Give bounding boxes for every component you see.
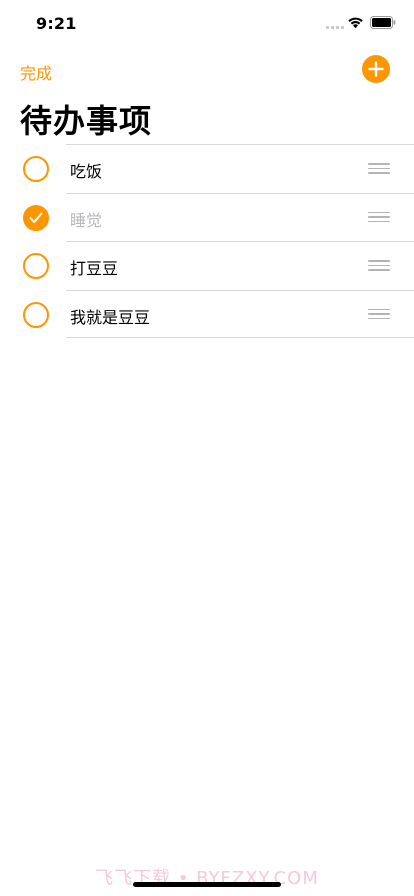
todo-label: 我就是豆豆	[70, 307, 151, 327]
drag-handle-icon[interactable]	[368, 163, 390, 175]
plus-icon	[368, 61, 384, 77]
row-divider	[66, 241, 414, 242]
drag-handle-icon[interactable]	[368, 260, 390, 272]
row-divider	[66, 337, 414, 338]
todo-label: 睡觉	[70, 210, 103, 230]
home-indicator	[133, 882, 281, 887]
page-title: 待办事项	[20, 102, 153, 140]
add-button[interactable]	[362, 55, 390, 83]
battery-icon	[370, 16, 396, 29]
todo-list: 吃饭 睡觉 打豆豆 我就是豆豆	[0, 144, 414, 338]
checkbox-unchecked[interactable]	[23, 156, 49, 182]
todo-row-1[interactable]: 吃饭	[0, 144, 414, 193]
todo-label: 吃饭	[70, 162, 103, 181]
checkmark-icon	[29, 212, 43, 223]
checkbox-checked[interactable]	[23, 204, 49, 231]
row-divider	[66, 289, 414, 291]
wifi-icon	[348, 17, 363, 29]
status-time: 9:21	[36, 14, 77, 33]
row-divider	[66, 192, 414, 194]
drag-handle-icon[interactable]	[368, 211, 390, 224]
todo-row-4[interactable]: 我就是豆豆	[0, 289, 414, 338]
done-button[interactable]: 完成	[20, 60, 52, 84]
status-bar: 9:21	[0, 0, 414, 48]
cellular-signal-icon	[326, 26, 344, 29]
todo-row-3[interactable]: 打豆豆	[0, 241, 414, 290]
todo-label: 打豆豆	[70, 259, 119, 278]
checkbox-unchecked[interactable]	[23, 301, 49, 328]
checkbox-unchecked[interactable]	[23, 253, 49, 279]
drag-handle-icon[interactable]	[368, 308, 390, 321]
row-divider	[66, 144, 414, 145]
todo-row-2[interactable]: 睡觉	[0, 192, 414, 242]
